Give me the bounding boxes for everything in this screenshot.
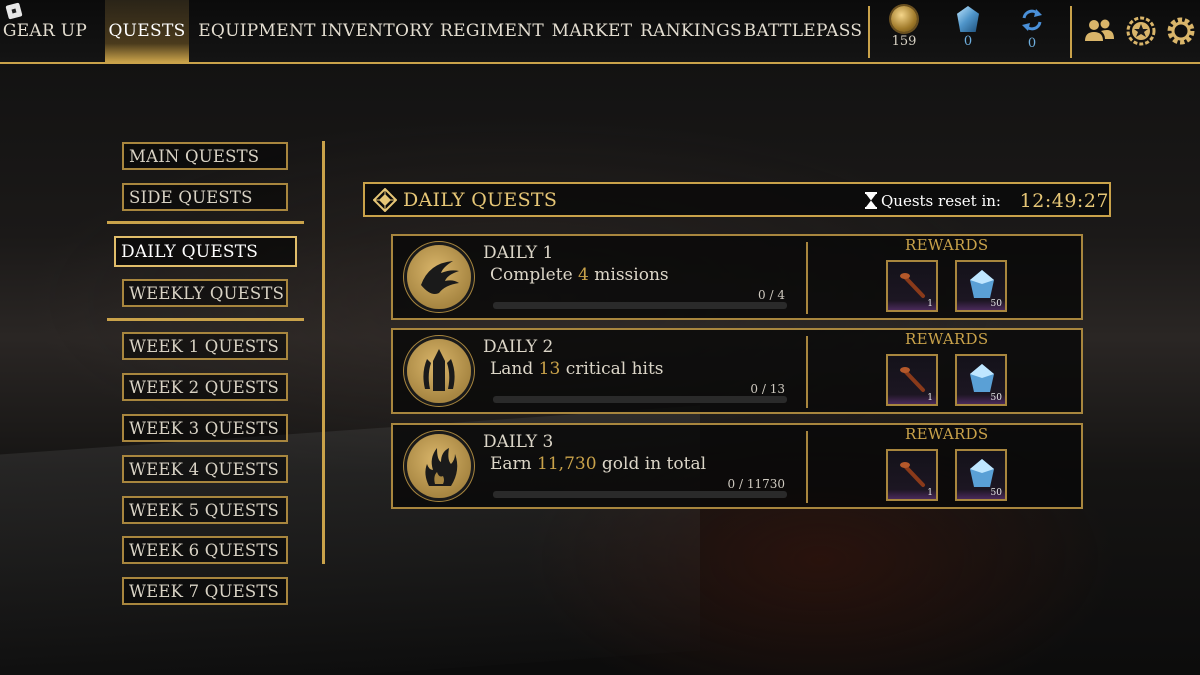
tab-market[interactable]: MARKET (552, 0, 632, 62)
tab-battlepass[interactable]: BATTLEPASS (744, 0, 862, 62)
rewards-label: REWARDS (905, 236, 989, 254)
sidebar-separator (107, 318, 304, 321)
reward-count: 50 (990, 488, 1002, 498)
tab-quests[interactable]: QUESTS (105, 0, 189, 62)
nav-divider (868, 6, 870, 58)
settings-gear-icon[interactable] (1164, 14, 1198, 48)
crystal-currency: 0 (943, 6, 993, 56)
quest-progress-bar (493, 302, 787, 309)
rank-badge-icon[interactable] (1124, 14, 1158, 48)
quest-card-daily-2: DAILY 2 Land 13 critical hits 0 / 13 REW… (391, 328, 1083, 414)
reset-label: Quests reset in: (881, 192, 1001, 210)
gold-coin-icon (891, 6, 917, 32)
quest-desc-pre: Earn (490, 454, 538, 474)
quest-divider (806, 431, 808, 503)
rewards-label: REWARDS (905, 330, 989, 348)
quest-progress-bar (493, 491, 787, 498)
rewards-label: REWARDS (905, 425, 989, 443)
quest-divider (806, 242, 808, 314)
quest-progress-text: 0 / 11730 (727, 477, 785, 491)
crystal-gem-icon (970, 459, 994, 487)
quest-desc-post: gold in total (596, 454, 707, 474)
quest-desc-pre: Land (490, 359, 539, 379)
nav-divider (1070, 6, 1072, 58)
reward-slot-torch[interactable]: 1 (886, 260, 938, 312)
token-currency: 0 (1007, 6, 1057, 56)
quest-title: DAILY 2 (483, 337, 554, 357)
reward-count: 1 (927, 488, 933, 498)
reward-count: 50 (990, 299, 1002, 309)
quest-description: Land 13 critical hits (490, 359, 664, 379)
sidebar-separator (107, 221, 304, 224)
sidebar-week-2-quests[interactable]: WEEK 2 QUESTS (122, 373, 288, 401)
quest-description: Complete 4 missions (490, 265, 669, 285)
quest-desc-target: 11,730 (537, 454, 597, 474)
quest-desc-post: critical hits (560, 359, 664, 379)
refresh-token-icon (1022, 9, 1042, 31)
quest-title: DAILY 1 (483, 243, 554, 263)
quest-description: Earn 11,730 gold in total (490, 454, 706, 474)
sidebar-week-7-quests[interactable]: WEEK 7 QUESTS (122, 577, 288, 605)
sidebar-week-3-quests[interactable]: WEEK 3 QUESTS (122, 414, 288, 442)
reward-slot-crystal[interactable]: 50 (955, 354, 1007, 406)
quest-desc-pre: Complete (490, 265, 579, 285)
sidebar-side-quests[interactable]: SIDE QUESTS (122, 183, 288, 211)
reward-count: 1 (927, 299, 933, 309)
quest-desc-target: 4 (578, 265, 589, 285)
flame-hand-emblem-icon (407, 434, 471, 498)
crystal-gem-icon (970, 270, 994, 298)
page-title: DAILY QUESTS (403, 189, 558, 211)
quest-progress-bar (493, 396, 787, 403)
torch-item-icon (900, 273, 925, 298)
tab-inventory[interactable]: INVENTORY (321, 0, 433, 62)
diamond-compass-icon (373, 188, 397, 212)
crystal-gem-icon (970, 364, 994, 392)
quest-progress-text: 0 / 13 (750, 382, 785, 396)
spire-emblem-icon (407, 339, 471, 403)
reward-slot-crystal[interactable]: 50 (955, 449, 1007, 501)
sidebar-week-5-quests[interactable]: WEEK 5 QUESTS (122, 496, 288, 524)
top-nav-bar: GEAR UP QUESTS EQUIPMENT INVENTORY REGIM… (0, 0, 1200, 64)
gold-amount: 159 (891, 34, 917, 49)
crystal-amount: 0 (963, 34, 973, 49)
sidebar-weekly-quests[interactable]: WEEKLY QUESTS (122, 279, 288, 307)
reward-count: 1 (927, 393, 933, 403)
sidebar-daily-quests[interactable]: DAILY QUESTS (114, 236, 297, 267)
friends-icon[interactable] (1082, 14, 1116, 48)
quest-card-daily-3: DAILY 3 Earn 11,730 gold in total 0 / 11… (391, 423, 1083, 509)
hourglass-icon (865, 192, 877, 209)
tab-regiment[interactable]: REGIMENT (440, 0, 544, 62)
reward-slot-torch[interactable]: 1 (886, 354, 938, 406)
daily-quests-header: DAILY QUESTS Quests reset in: 12:49:27 (363, 182, 1111, 217)
tab-equipment[interactable]: EQUIPMENT (198, 0, 315, 62)
claw-emblem-icon (407, 245, 471, 309)
token-amount: 0 (1027, 36, 1037, 51)
crystal-gem-icon (957, 6, 979, 32)
quest-desc-post: missions (588, 265, 669, 285)
reward-slot-crystal[interactable]: 50 (955, 260, 1007, 312)
sidebar-week-4-quests[interactable]: WEEK 4 QUESTS (122, 455, 288, 483)
reward-slot-torch[interactable]: 1 (886, 449, 938, 501)
torch-item-icon (900, 462, 925, 487)
reward-count: 50 (990, 393, 1002, 403)
sidebar-main-quests[interactable]: MAIN QUESTS (122, 142, 288, 170)
torch-item-icon (900, 367, 925, 392)
tab-rankings[interactable]: RANKINGS (640, 0, 742, 62)
sidebar-week-6-quests[interactable]: WEEK 6 QUESTS (122, 536, 288, 564)
quest-card-daily-1: DAILY 1 Complete 4 missions 0 / 4 REWARD… (391, 234, 1083, 320)
quest-desc-target: 13 (538, 359, 561, 379)
reset-countdown: 12:49:27 (1019, 190, 1109, 212)
quest-divider (806, 336, 808, 408)
sidebar-divider (322, 141, 325, 564)
gold-currency: 159 (879, 6, 929, 56)
quest-title: DAILY 3 (483, 432, 554, 452)
tab-gear-up[interactable]: GEAR UP (0, 0, 90, 62)
quest-progress-text: 0 / 4 (758, 288, 785, 302)
sidebar-week-1-quests[interactable]: WEEK 1 QUESTS (122, 332, 288, 360)
